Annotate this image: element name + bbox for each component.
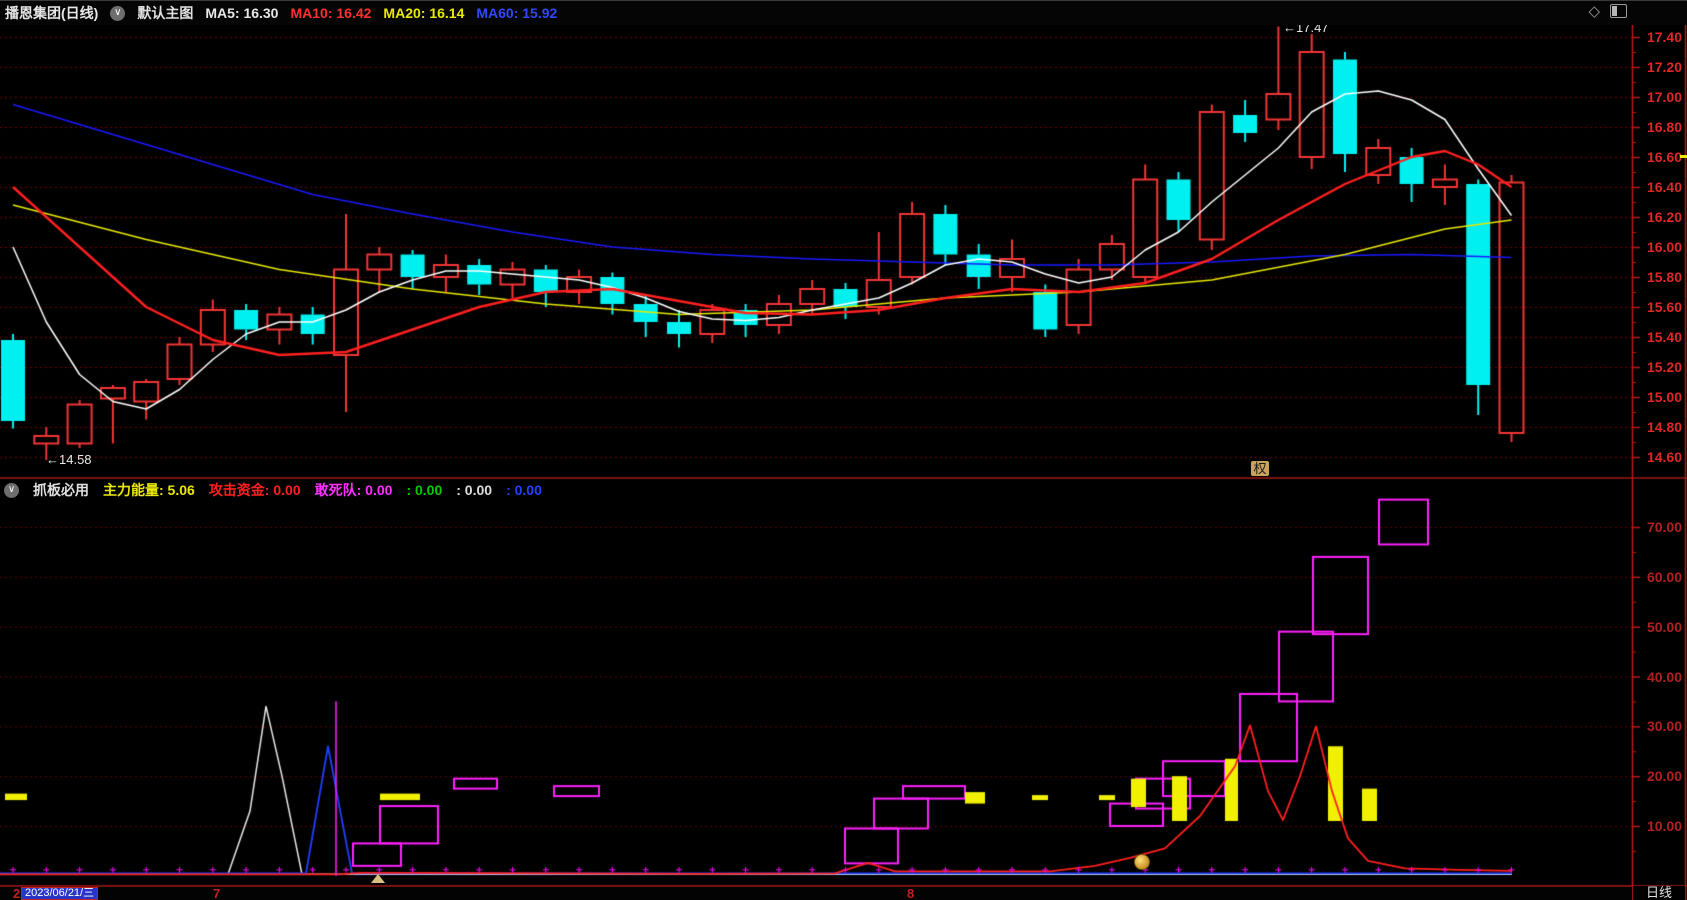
indicator-value-tick: 60.00 xyxy=(1646,568,1682,585)
ma60-value-label: MA60: 15.92 xyxy=(476,5,558,21)
main-price-tick: 14.80 xyxy=(1646,419,1682,435)
indicator-field-gansidui: 敢死队: 0.00 xyxy=(314,482,393,498)
indicator-value-tick: 50.00 xyxy=(1646,618,1682,635)
ma5-value-label: MA5: 16.30 xyxy=(205,5,279,21)
main-price-tick: 15.40 xyxy=(1646,329,1682,345)
date-axis-left-char: 2 xyxy=(13,886,21,900)
chart-canvas[interactable] xyxy=(0,25,1687,900)
selected-date-box[interactable]: 2023/06/21/三 xyxy=(21,887,99,900)
indicator-value-tick: 30.00 xyxy=(1646,718,1682,735)
gold-coin-marker xyxy=(1134,854,1150,870)
indicator-field-zhuli: 主力能量: 5.06 xyxy=(103,482,195,498)
main-price-tick: 17.40 xyxy=(1646,29,1682,45)
main-price-tick: 17.00 xyxy=(1646,89,1682,105)
triangle-marker xyxy=(371,874,385,883)
main-price-tick: 17.20 xyxy=(1646,59,1682,75)
main-price-tick: 16.20 xyxy=(1646,209,1682,225)
indicator-value-axis: 70.00 60.00 50.00 40.00 30.00 20.00 10.00 xyxy=(1632,485,1687,885)
main-price-tick: 15.80 xyxy=(1646,269,1682,285)
trading-app-window: 播恩集团(日线) ∨ 默认主图 MA5: 16.30 MA10: 16.42 M… xyxy=(0,0,1687,900)
indicator-field-green: : 0.00 xyxy=(406,482,443,498)
main-price-tick: 15.00 xyxy=(1646,389,1682,405)
main-price-tick: 16.40 xyxy=(1646,179,1682,195)
period-label[interactable]: 日线 xyxy=(1633,886,1685,900)
overlay-indicator-label[interactable]: 默认主图 xyxy=(137,3,193,23)
indicator-value-tick: 20.00 xyxy=(1646,768,1682,785)
main-price-tick: 16.60 xyxy=(1646,149,1682,165)
indicator-value-tick: 70.00 xyxy=(1646,519,1682,536)
indicator-value-tick: 40.00 xyxy=(1646,668,1682,685)
stock-title: 播恩集团(日线) xyxy=(5,5,99,21)
indicator-value-tick: 10.00 xyxy=(1646,818,1682,834)
ma10-value-label: MA10: 16.42 xyxy=(290,5,372,21)
main-price-tick: 15.60 xyxy=(1646,299,1682,315)
indicator-field-white: : 0.00 xyxy=(456,482,493,498)
axis-edge-dash xyxy=(1680,155,1687,158)
main-chart-header: 播恩集团(日线) ∨ 默认主图 MA5: 16.30 MA10: 16.42 M… xyxy=(0,0,1687,25)
main-price-tick: 16.00 xyxy=(1646,239,1682,255)
diamond-icon[interactable]: ◇ xyxy=(1588,2,1600,20)
indicator-header: ∨ 抓板必用 主力能量: 5.06 攻击资金: 0.00 敢死队: 0.00 :… xyxy=(4,481,542,499)
main-price-axis: 17.40 17.20 17.00 16.80 16.60 16.40 16.20 16.00… xyxy=(1632,25,1687,480)
chevron-down-icon[interactable]: ∨ xyxy=(110,5,126,21)
indicator-field-blue: : 0.00 xyxy=(506,482,542,498)
date-axis-bar[interactable]: 2 2023/06/21/三 7 8 xyxy=(0,887,1632,900)
month-marker: 8 xyxy=(907,886,915,900)
split-panel-icon[interactable] xyxy=(1610,4,1627,18)
low-price-annotation: ←14.58 xyxy=(46,452,92,467)
main-price-tick: 16.80 xyxy=(1646,119,1682,135)
month-marker: 7 xyxy=(213,886,221,900)
ma20-value-label: MA20: 16.14 xyxy=(383,5,465,21)
main-price-tick: 14.60 xyxy=(1646,449,1682,465)
indicator-name[interactable]: 抓板必用 xyxy=(33,480,89,500)
main-price-tick: 15.20 xyxy=(1646,359,1682,375)
indicator-field-gongji: 攻击资金: 0.00 xyxy=(208,482,301,498)
chevron-down-icon[interactable]: ∨ xyxy=(4,482,19,498)
ex-rights-marker[interactable]: 权 xyxy=(1251,461,1269,476)
